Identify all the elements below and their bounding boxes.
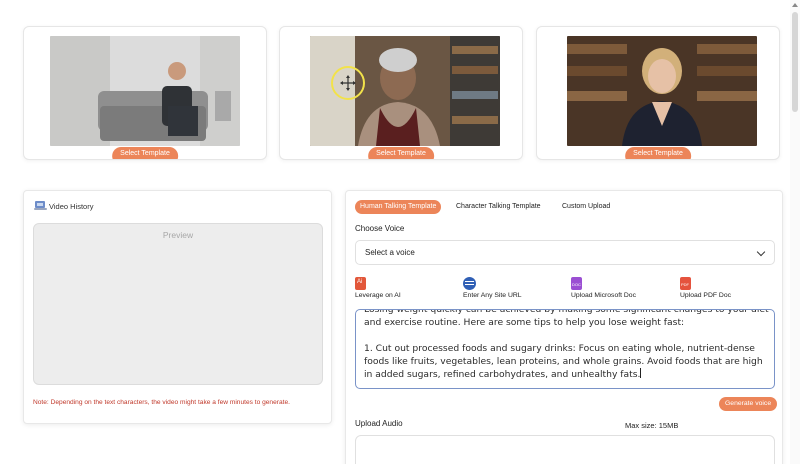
max-size-label: Max size: 15MB: [625, 421, 679, 430]
upload-pdf-option[interactable]: PDF Upload PDF Doc: [680, 277, 731, 299]
template-card-2[interactable]: Select Template: [279, 26, 523, 160]
template-thumbnail: [50, 36, 240, 146]
choose-voice-label: Choose Voice: [355, 224, 405, 233]
template-card-3[interactable]: Select Template: [536, 26, 780, 160]
video-preview: Preview: [33, 223, 323, 385]
script-text: Losing weight quickly can be achieved by…: [364, 309, 769, 380]
site-url-option[interactable]: Enter Any Site URL: [463, 277, 522, 299]
upload-audio-label: Upload Audio: [355, 419, 403, 428]
scroll-up-arrow-icon[interactable]: [792, 3, 798, 7]
tab-custom-upload[interactable]: Custom Upload: [557, 200, 615, 214]
video-history-title: Video History: [49, 202, 94, 211]
audio-upload-dropzone[interactable]: [355, 435, 775, 464]
script-textarea[interactable]: Losing weight quickly can be achieved by…: [355, 309, 775, 389]
tab-human-talking-template[interactable]: Human Talking Template: [355, 200, 442, 214]
tool-label: Enter Any Site URL: [463, 292, 522, 299]
template-card-1[interactable]: Select Template: [23, 26, 267, 160]
template-thumbnail: [567, 36, 757, 146]
tool-label: Upload Microsoft Doc: [571, 292, 636, 299]
text-caret: [640, 368, 642, 378]
video-history-panel: Video History Preview Note: Depending on…: [23, 190, 332, 424]
select-template-button[interactable]: Select Template: [625, 147, 691, 159]
upload-ms-doc-option[interactable]: DOC Upload Microsoft Doc: [571, 277, 636, 299]
voice-select-value: Select a voice: [365, 248, 415, 257]
page-scrollbar[interactable]: [790, 0, 800, 464]
video-history-icon: [34, 201, 47, 210]
chevron-down-icon: [756, 247, 766, 257]
template-thumbnail: [310, 36, 500, 146]
scrollbar-thumb[interactable]: [792, 12, 798, 112]
generate-voice-button[interactable]: Generate voice: [719, 397, 778, 411]
generation-note: Note: Depending on the text characters, …: [33, 399, 290, 406]
tool-label: Leverage on AI: [355, 292, 401, 299]
tool-label: Upload PDF Doc: [680, 292, 731, 299]
doc-icon: DOC: [571, 277, 582, 290]
tab-character-talking-template[interactable]: Character Talking Template: [451, 200, 546, 214]
editor-panel: Human Talking Template Character Talking…: [345, 190, 783, 464]
leverage-ai-option[interactable]: Ai Leverage on AI: [355, 277, 401, 299]
cursor-highlight-icon: [331, 66, 365, 100]
select-template-button[interactable]: Select Template: [112, 147, 178, 159]
preview-label: Preview: [162, 230, 194, 240]
web-icon: [463, 277, 476, 290]
select-template-button[interactable]: Select Template: [368, 147, 434, 159]
voice-select[interactable]: Select a voice: [355, 240, 775, 265]
pdf-icon: PDF: [680, 277, 691, 290]
ai-icon: Ai: [355, 277, 366, 290]
